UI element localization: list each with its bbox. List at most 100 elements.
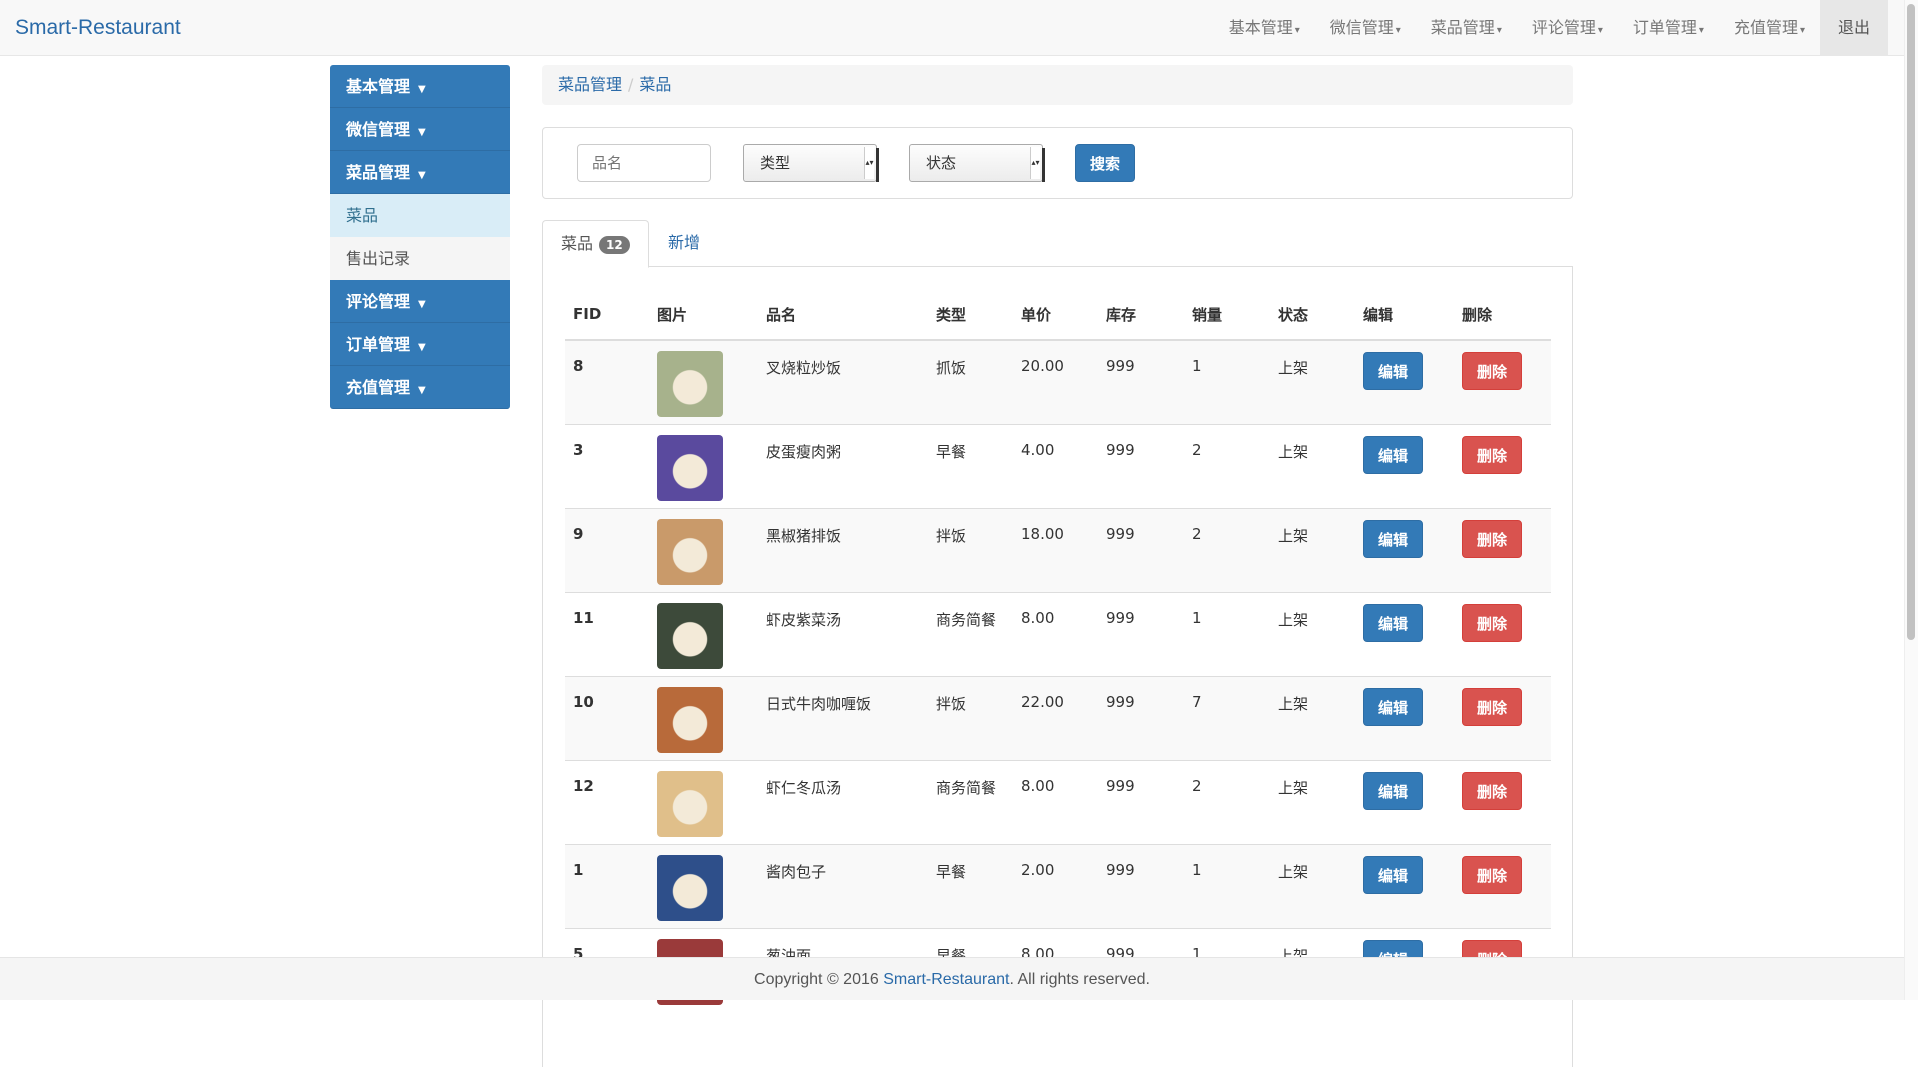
col-header-delete: 删除 bbox=[1454, 289, 1551, 341]
cell-price: 18.00 bbox=[1013, 507, 1098, 592]
edit-button[interactable]: 编辑 bbox=[1363, 687, 1423, 726]
cell-price: 22.00 bbox=[1013, 675, 1098, 760]
nav-menu-basic[interactable]: 基本管理 ▾ bbox=[1214, 0, 1315, 56]
edit-button[interactable]: 编辑 bbox=[1363, 855, 1423, 894]
cell-delete: 删除 bbox=[1454, 507, 1551, 592]
brand-link[interactable]: Smart-Restaurant bbox=[15, 0, 181, 56]
breadcrumb-current[interactable]: 菜品 bbox=[639, 75, 671, 94]
sidebar-group-label: 充值管理 bbox=[346, 378, 411, 397]
delete-button[interactable]: 删除 bbox=[1462, 855, 1522, 894]
nav-menu-label: 订单管理 bbox=[1632, 18, 1697, 37]
edit-button[interactable]: 编辑 bbox=[1363, 771, 1423, 810]
cell-status: 上架 bbox=[1270, 843, 1355, 928]
caret-down-icon: ▾ bbox=[1395, 25, 1401, 36]
sidebar-item-sales-records[interactable]: 售出记录 bbox=[330, 237, 510, 280]
delete-button[interactable]: 删除 bbox=[1462, 771, 1522, 810]
nav-menu-dishes[interactable]: 菜品管理 ▾ bbox=[1416, 0, 1517, 56]
delete-button[interactable]: 删除 bbox=[1462, 435, 1522, 474]
nav-menu-reviews[interactable]: 评论管理 ▾ bbox=[1517, 0, 1618, 56]
tab-dishes[interactable]: 菜品 12 bbox=[542, 220, 649, 268]
dish-photo bbox=[657, 518, 723, 585]
cell-image bbox=[649, 843, 758, 928]
sidebar-group-label: 评论管理 bbox=[346, 292, 411, 311]
nav-menu-wechat[interactable]: 微信管理 ▾ bbox=[1315, 0, 1416, 56]
nav-menu-label: 菜品管理 bbox=[1430, 18, 1495, 37]
cell-fid: 10 bbox=[565, 675, 649, 760]
cell-image bbox=[649, 423, 758, 508]
breadcrumb-parent[interactable]: 菜品管理 bbox=[558, 75, 622, 94]
sidebar-item-dishes[interactable]: 菜品 bbox=[330, 194, 510, 237]
nav-menu-orders[interactable]: 订单管理 ▾ bbox=[1618, 0, 1719, 56]
sidebar-group-wechat[interactable]: 微信管理 ▼ bbox=[330, 108, 510, 151]
table-row: 1 酱肉包子 早餐 2.00 999 1 上架 编辑 删除 bbox=[565, 843, 1551, 928]
page-scrollbar[interactable] bbox=[1904, 0, 1918, 1000]
table-row: 9 黑椒猪排饭 拌饭 18.00 999 2 上架 编辑 删除 bbox=[565, 507, 1551, 592]
cell-edit: 编辑 bbox=[1355, 843, 1454, 928]
cell-image bbox=[649, 507, 758, 592]
col-header-type: 类型 bbox=[928, 289, 1013, 341]
sidebar-group-dishes[interactable]: 菜品管理 ▼ bbox=[330, 151, 510, 194]
cell-delete: 删除 bbox=[1454, 423, 1551, 508]
cell-fid: 1 bbox=[565, 843, 649, 928]
sidebar-group-basic[interactable]: 基本管理 ▼ bbox=[330, 65, 510, 108]
cell-type: 抓饭 bbox=[928, 339, 1013, 424]
footer: Copyright © 2016 Smart-Restaurant. All r… bbox=[0, 957, 1904, 1000]
cell-price: 8.00 bbox=[1013, 759, 1098, 844]
select-arrows-icon: ▴▾ bbox=[864, 147, 874, 179]
cell-status: 上架 bbox=[1270, 423, 1355, 508]
cell-sales: 1 bbox=[1184, 843, 1270, 928]
footer-rights: . All rights reserved. bbox=[1009, 971, 1150, 988]
col-header-fid: FID bbox=[565, 289, 649, 341]
sidebar-group-orders[interactable]: 订单管理 ▼ bbox=[330, 323, 510, 366]
cell-delete: 删除 bbox=[1454, 843, 1551, 928]
col-header-name: 品名 bbox=[758, 289, 928, 341]
cell-status: 上架 bbox=[1270, 507, 1355, 592]
search-button[interactable]: 搜索 bbox=[1075, 144, 1135, 182]
edit-button[interactable]: 编辑 bbox=[1363, 519, 1423, 558]
edit-button[interactable]: 编辑 bbox=[1363, 603, 1423, 642]
cell-image bbox=[649, 339, 758, 424]
nav-menu-label: 微信管理 bbox=[1329, 18, 1394, 37]
col-header-price: 单价 bbox=[1013, 289, 1098, 341]
cell-edit: 编辑 bbox=[1355, 339, 1454, 424]
cell-image bbox=[649, 675, 758, 760]
edit-button[interactable]: 编辑 bbox=[1363, 352, 1423, 390]
tab-label: 菜品 bbox=[561, 234, 594, 253]
footer-brand-link[interactable]: Smart-Restaurant bbox=[883, 971, 1009, 988]
tab-add[interactable]: 新增 bbox=[650, 220, 718, 268]
cell-price: 2.00 bbox=[1013, 843, 1098, 928]
caret-down-icon: ▾ bbox=[1294, 25, 1300, 36]
tabs: 菜品 12 新增 bbox=[542, 220, 1573, 268]
caret-down-icon: ▾ bbox=[1799, 25, 1805, 36]
name-search-input[interactable] bbox=[577, 144, 711, 182]
status-select[interactable]: 状态 ▴▾ bbox=[909, 144, 1045, 182]
delete-button[interactable]: 删除 bbox=[1462, 519, 1522, 558]
cell-sales: 2 bbox=[1184, 759, 1270, 844]
table-row: 8 叉烧粒炒饭 抓饭 20.00 999 1 上架 编辑 删除 bbox=[565, 339, 1551, 424]
caret-down-icon: ▾ bbox=[1496, 25, 1502, 36]
nav-menu-recharge[interactable]: 充值管理 ▾ bbox=[1719, 0, 1820, 56]
cell-price: 8.00 bbox=[1013, 591, 1098, 676]
cell-fid: 8 bbox=[565, 339, 649, 424]
caret-down-icon: ▼ bbox=[418, 170, 426, 181]
cell-status: 上架 bbox=[1270, 339, 1355, 424]
caret-down-icon: ▼ bbox=[418, 342, 426, 353]
cell-sales: 7 bbox=[1184, 675, 1270, 760]
dish-photo bbox=[657, 602, 723, 669]
sidebar-group-recharge[interactable]: 充值管理 ▼ bbox=[330, 366, 510, 409]
delete-button[interactable]: 删除 bbox=[1462, 687, 1522, 726]
table-row: 12 虾仁冬瓜汤 商务简餐 8.00 999 2 上架 编辑 删除 bbox=[565, 759, 1551, 844]
sidebar-group-label: 基本管理 bbox=[346, 77, 411, 96]
dish-photo bbox=[657, 770, 723, 837]
dish-photo bbox=[657, 686, 723, 753]
sidebar-group-reviews[interactable]: 评论管理 ▼ bbox=[330, 280, 510, 323]
edit-button[interactable]: 编辑 bbox=[1363, 435, 1423, 474]
delete-button[interactable]: 删除 bbox=[1462, 603, 1522, 642]
scrollbar-thumb[interactable] bbox=[1907, 4, 1915, 640]
cell-delete: 删除 bbox=[1454, 339, 1551, 424]
nav-menu: 基本管理 ▾ 微信管理 ▾ 菜品管理 ▾ 评论管理 ▾ 订单管理 ▾ 充值管理 ▾ 退出 bbox=[1214, 0, 1888, 56]
logout-button[interactable]: 退出 bbox=[1819, 0, 1888, 56]
type-select[interactable]: 类型 ▴▾ bbox=[743, 144, 879, 182]
cell-stock: 999 bbox=[1098, 675, 1184, 760]
delete-button[interactable]: 删除 bbox=[1462, 352, 1522, 390]
